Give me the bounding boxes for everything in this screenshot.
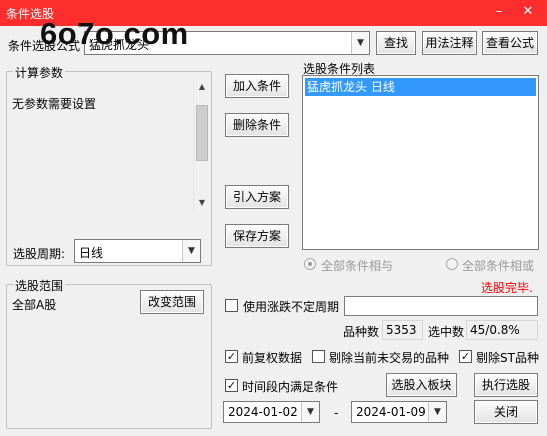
selected-count-label: 选中数 <box>428 325 465 339</box>
delete-condition-button[interactable]: 删除条件 <box>225 113 289 137</box>
period-label: 选股周期: <box>13 247 66 261</box>
condition-list[interactable]: 猛虎抓龙头 日线 <box>302 75 539 250</box>
view-formula-button[interactable]: 查看公式 <box>482 31 538 55</box>
chevron-down-icon[interactable]: ▼ <box>428 402 446 422</box>
save-scheme-button[interactable]: 保存方案 <box>225 224 289 248</box>
date-separator: - <box>334 406 339 420</box>
scroll-down-icon[interactable]: ▼ <box>194 195 210 211</box>
variety-count-value: 5353 <box>386 323 417 337</box>
scope-group-title: 选股范围 <box>13 277 66 294</box>
change-scope-button[interactable]: 改变范围 <box>140 290 204 314</box>
selected-count-value: 45/0.8% <box>470 323 520 337</box>
scroll-up-icon[interactable]: ▲ <box>194 79 210 95</box>
close-button[interactable]: 关闭 <box>474 400 538 424</box>
import-scheme-button[interactable]: 引入方案 <box>225 185 289 209</box>
all-or-radio[interactable] <box>446 258 458 270</box>
period-input[interactable] <box>344 296 538 316</box>
chevron-down-icon[interactable]: ▼ <box>351 32 369 54</box>
chevron-down-icon[interactable]: ▼ <box>301 402 319 422</box>
exclude-untraded-checkbox[interactable] <box>312 350 325 363</box>
watermark: 6o7o.com <box>40 16 189 51</box>
params-scrollbar[interactable]: ▲ ▼ <box>193 79 209 211</box>
time-range-checkbox[interactable]: ✓ <box>225 379 238 392</box>
forward-adjust-label: 前复权数据 <box>242 351 303 365</box>
date-to-picker[interactable]: 2024-01-09 ▼ <box>351 401 447 423</box>
all-and-label: 全部条件相与 <box>321 259 394 273</box>
status-text: 选股完毕. <box>481 281 533 295</box>
all-or-label: 全部条件相或 <box>462 259 535 273</box>
add-to-block-button[interactable]: 选股入板块 <box>386 373 457 397</box>
time-range-label: 时间段内满足条件 <box>242 380 339 394</box>
use-period-checkbox[interactable] <box>225 299 238 312</box>
forward-adjust-checkbox[interactable]: ✓ <box>225 350 238 363</box>
params-message: 无参数需要设置 <box>12 97 97 111</box>
list-item[interactable]: 猛虎抓龙头 日线 <box>305 78 536 96</box>
find-button[interactable]: 查找 <box>376 31 416 55</box>
scroll-thumb[interactable] <box>196 105 208 161</box>
variety-count-field: 5353 <box>382 320 423 340</box>
params-group-title: 计算参数 <box>13 64 66 81</box>
execute-selection-button[interactable]: 执行选股 <box>474 373 538 397</box>
date-to-value: 2024-01-09 <box>356 405 426 419</box>
minimize-button[interactable]: – <box>490 3 508 21</box>
use-period-label: 使用涨跌不定周期 <box>243 300 340 314</box>
exclude-st-checkbox[interactable]: ✓ <box>459 350 472 363</box>
date-from-value: 2024-01-02 <box>228 405 298 419</box>
date-from-picker[interactable]: 2024-01-02 ▼ <box>223 401 320 423</box>
all-and-radio[interactable] <box>304 258 316 270</box>
chevron-down-icon[interactable]: ▼ <box>182 240 200 262</box>
variety-count-label: 品种数 <box>343 325 380 339</box>
selected-count-field: 45/0.8% <box>466 320 538 340</box>
usage-notes-button[interactable]: 用法注释 <box>422 31 477 55</box>
exclude-untraded-label: 剔除当前未交易的品种 <box>329 351 450 365</box>
add-condition-button[interactable]: 加入条件 <box>225 74 289 98</box>
period-value: 日线 <box>79 246 104 260</box>
exclude-st-label: 剔除ST品种 <box>476 351 539 365</box>
period-combo[interactable]: 日线 ▼ <box>74 239 201 263</box>
scope-value: 全部A股 <box>12 298 57 312</box>
close-window-button[interactable]: ✕ <box>519 3 537 21</box>
